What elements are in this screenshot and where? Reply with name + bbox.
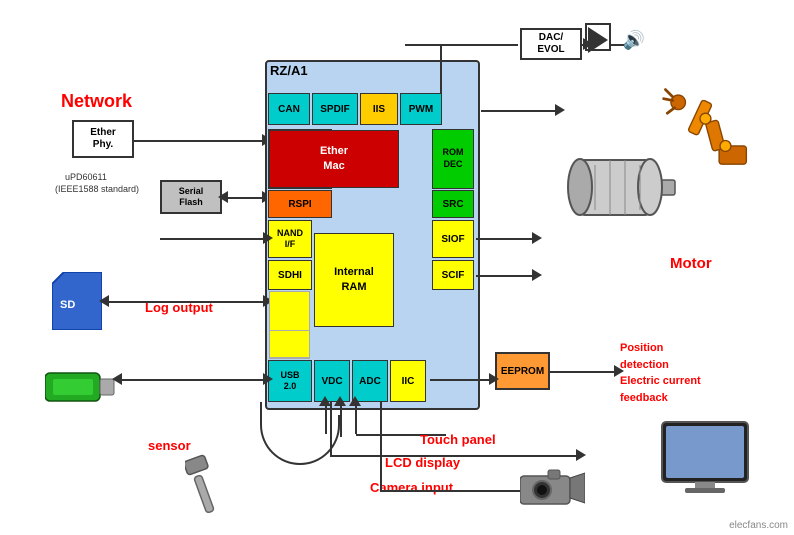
arrow-touch-up-2 [334,396,346,406]
line-nand-left [160,238,267,240]
monitor-icon [660,420,760,495]
camera-label: Camera input [370,480,453,495]
sdhi-lower-fill [269,330,310,358]
robot-arm-icon [660,80,760,170]
spdif-cell: SPDIF [312,93,358,125]
ethermac-label-overlay: Ether Mac [270,131,398,187]
sensor-arc [260,415,340,465]
svg-text:SD: SD [60,299,75,311]
ether-phy-box: Ether Phy. [72,120,134,158]
usb-drive-icon [45,365,115,413]
line-iic-eeprom [430,379,493,381]
arrow-touch-up-3 [349,396,361,406]
src-cell: SRC [432,190,474,218]
speaker-icon: 🔊 [622,28,646,52]
rza1-title: RZ/A1 [270,63,308,78]
ether-phy-label: Ether Phy. [90,127,116,151]
serial-flash-label: Serial Flash [179,186,204,208]
line-ether [134,140,267,142]
iis-cell: IIS [360,93,398,125]
dac-evol-box: DAC/ EVOL [520,28,582,60]
line-scif-right [476,275,536,277]
arrow-pwm-motor [555,104,565,116]
amp-triangle [588,27,608,53]
line-usb-cell [116,379,267,381]
line-camera-h [380,490,520,492]
dac-evol-label: DAC/ EVOL [537,32,564,56]
upd-label: uPD60611 (IEEE1588 standard) [55,158,139,208]
line-flash-rspi [222,197,266,199]
line-iis-dac-h [405,44,443,46]
line-siof-right [476,238,536,240]
lcd-label: LCD display [385,455,460,470]
arrow-nand-right [263,232,273,244]
dac-line-h [440,44,518,46]
rspi-cell: RSPI [268,190,332,218]
vline-camera [380,402,382,492]
arrow-usb-left [112,373,122,385]
touchpanel-label: Touch panel [420,432,496,447]
sd-card-icon: SD [52,272,102,333]
arrow-scif-right [532,269,542,281]
eeprom-label: EEPROM [501,366,544,377]
line-dac-amp [582,44,588,46]
line-pwm-motor [481,110,559,112]
motor-label: Motor [670,255,712,272]
sensor-tool-icon [185,450,220,518]
camera-icon [520,468,585,511]
vline-sensor-left [260,402,262,417]
arrow-lcd-right [576,449,586,461]
pwm-cell: PWM [400,93,442,125]
log-output-label: Log output [145,300,213,315]
vline-sensor-right [340,415,342,437]
arrow-usb-right [263,373,273,385]
romdec-cell: ROM DEC [432,129,474,189]
nand-cell: NAND I/F [268,220,312,258]
vline-touch-3 [355,402,357,434]
arrow-eeprom-pos [614,365,624,377]
serial-flash-box: Serial Flash [160,180,222,214]
sdhi-cell: SDHI [268,260,312,290]
arrow-siof-right [532,232,542,244]
scif-cell: SCIF [432,260,474,290]
line-iis-dac-v [440,44,442,94]
arrow-sd-left [99,295,109,307]
usb-cell: USB 2.0 [268,360,312,402]
position-detection-label: Position detection Electric current feed… [620,340,701,406]
diagram-container: elecfans.com DAC/ EVOL 🔊 Network Ether P… [0,0,794,535]
network-label: Network [61,91,132,112]
chip-row-1: CAN SPDIF IIS PWM [268,93,442,125]
arrow-flash-left [218,191,228,203]
can-cell: CAN [268,93,310,125]
line-eeprom-pos [550,371,618,373]
eeprom-box: EEPROM [495,352,550,390]
line-amp-speaker [610,44,624,46]
intram-cell: Internal RAM [314,233,394,327]
watermark: elecfans.com [729,520,788,531]
arrow-iic-eeprom [489,373,499,385]
siof-cell: SIOF [432,220,474,258]
iic-cell: IIC [390,360,426,402]
